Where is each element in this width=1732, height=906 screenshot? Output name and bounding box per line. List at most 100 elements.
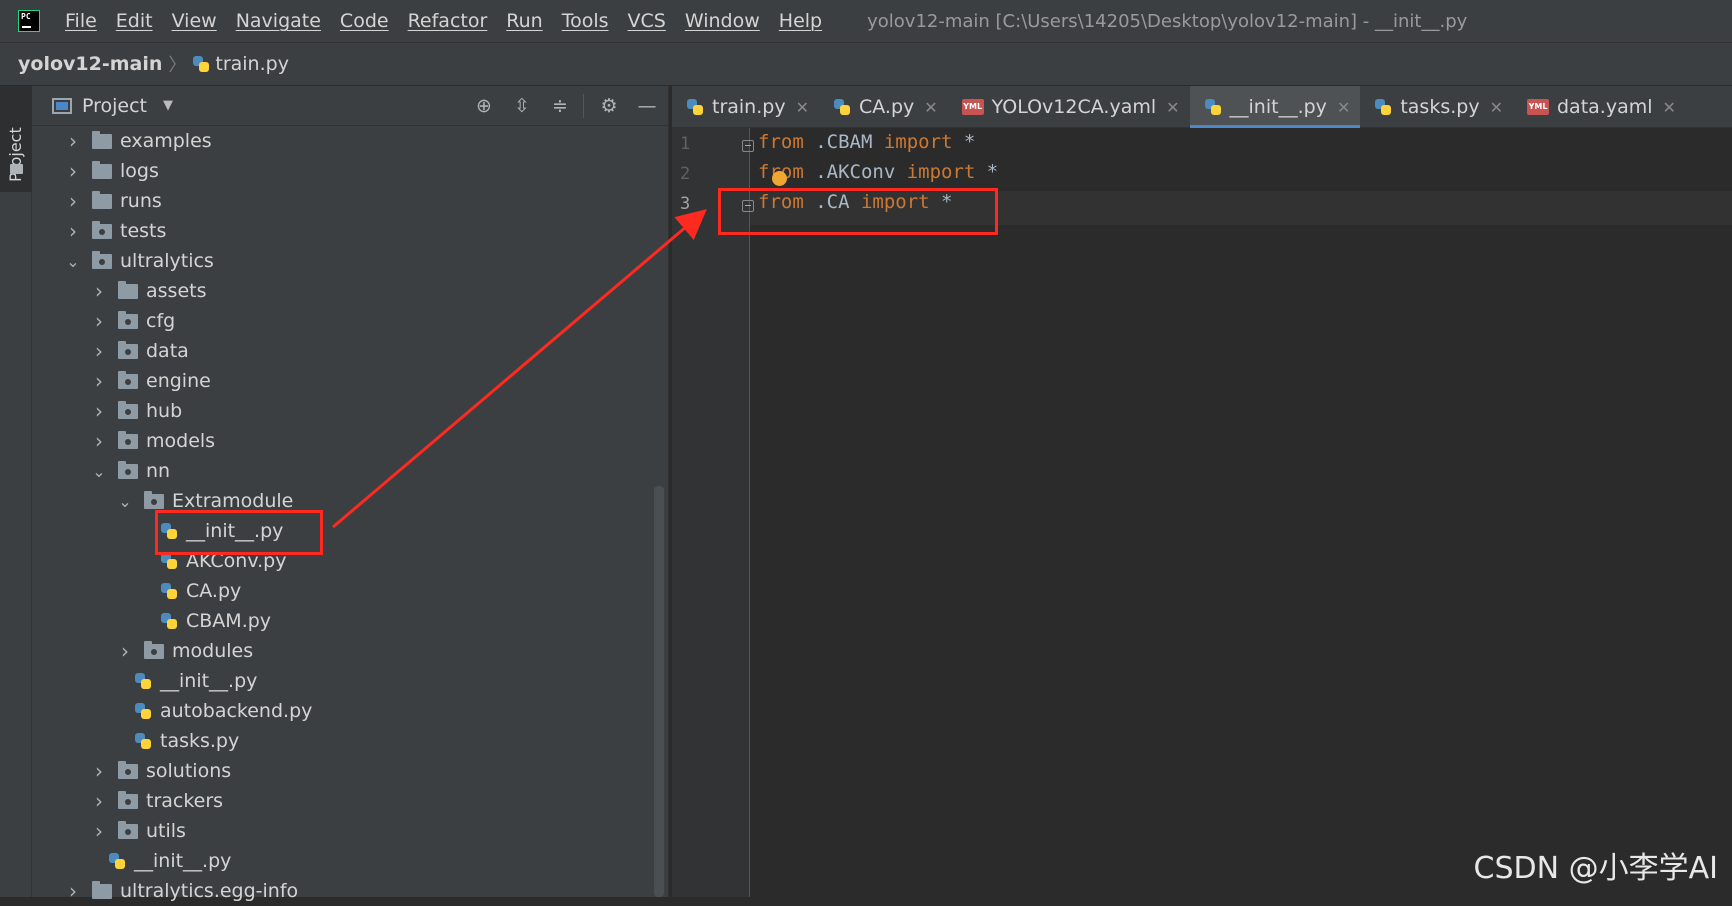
- highlight-box-init-file: [155, 510, 323, 555]
- chevron-right-icon[interactable]: ›: [92, 789, 106, 813]
- tree-item[interactable]: autobackend.py: [134, 696, 312, 726]
- menu-help[interactable]: Help: [779, 10, 822, 32]
- tree-item[interactable]: › examples: [66, 126, 212, 156]
- chevron-right-icon[interactable]: ›: [92, 339, 106, 363]
- tree-item[interactable]: __init__.py: [134, 666, 257, 696]
- menu-vcs[interactable]: VCS: [628, 10, 666, 32]
- tree-item[interactable]: ⌄ ultralytics: [66, 246, 214, 276]
- tree-item[interactable]: CA.py: [160, 576, 241, 606]
- tree-item[interactable]: CBAM.py: [160, 606, 271, 636]
- tree-item[interactable]: › solutions: [92, 756, 231, 786]
- chevron-right-icon[interactable]: ›: [118, 639, 132, 663]
- menu-code[interactable]: Code: [340, 10, 389, 32]
- chevron-right-icon[interactable]: ›: [92, 369, 106, 393]
- chevron-right-icon[interactable]: ›: [66, 159, 80, 183]
- chevron-down-icon[interactable]: ⌄: [92, 462, 106, 481]
- menu-window[interactable]: Window: [685, 10, 760, 32]
- folder-icon: [92, 190, 112, 209]
- package-folder-icon: [118, 820, 138, 839]
- scrollbar[interactable]: [654, 486, 664, 897]
- toolbar-divider: [583, 94, 584, 118]
- chevron-right-icon[interactable]: ›: [92, 399, 106, 423]
- menu-view[interactable]: View: [172, 10, 217, 32]
- editor-tab[interactable]: YML data.yaml ✕: [1513, 86, 1686, 128]
- tree-item[interactable]: › models: [92, 426, 215, 456]
- tree-item[interactable]: › cfg: [92, 306, 175, 336]
- chevron-right-icon[interactable]: ›: [92, 759, 106, 783]
- tree-item[interactable]: tasks.py: [134, 726, 239, 756]
- chevron-right-icon[interactable]: ›: [92, 279, 106, 303]
- tree-item[interactable]: › runs: [66, 186, 162, 216]
- editor-tab-label: data.yaml: [1557, 96, 1653, 118]
- collapse-all-icon[interactable]: ≑: [547, 95, 573, 117]
- menu-navigate[interactable]: Navigate: [236, 10, 321, 32]
- minimize-icon[interactable]: —: [634, 95, 660, 117]
- gear-icon[interactable]: ⚙: [596, 95, 622, 117]
- keyword-token: import: [883, 131, 953, 153]
- intention-bulb-icon[interactable]: [772, 171, 787, 186]
- chevron-right-icon[interactable]: ›: [92, 819, 106, 843]
- tree-item[interactable]: › logs: [66, 156, 159, 186]
- breadcrumb-project[interactable]: yolov12-main: [18, 53, 162, 75]
- tree-item[interactable]: › modules: [118, 636, 253, 666]
- menu-refactor[interactable]: Refactor: [408, 10, 488, 32]
- wildcard-token: *: [952, 131, 976, 153]
- module-token: .AKConv: [803, 161, 907, 183]
- folder-icon: [118, 280, 138, 299]
- code-editor[interactable]: 123 from .CBAM import *from .AKConv impo…: [672, 128, 1732, 897]
- menu-edit[interactable]: Edit: [116, 10, 153, 32]
- chevron-right-icon[interactable]: ›: [66, 189, 80, 213]
- python-file-icon: [1204, 98, 1222, 116]
- chevron-right-icon[interactable]: ›: [92, 429, 106, 453]
- chevron-right-icon[interactable]: ›: [66, 879, 80, 903]
- tree-item[interactable]: › tests: [66, 216, 166, 246]
- tree-item-label: engine: [146, 370, 211, 392]
- tree-item[interactable]: › trackers: [92, 786, 223, 816]
- chevron-down-icon[interactable]: ⌄: [118, 492, 132, 511]
- fold-marker-icon[interactable]: [742, 140, 754, 152]
- tree-item[interactable]: __init__.py: [108, 846, 231, 876]
- tree-item[interactable]: › ultralytics.egg-info: [66, 876, 298, 906]
- chevron-right-icon[interactable]: ›: [66, 219, 80, 243]
- chevron-down-icon[interactable]: ⌄: [66, 252, 80, 271]
- editor-tab[interactable]: tasks.py ✕: [1360, 86, 1513, 128]
- chevron-right-icon[interactable]: ›: [66, 129, 80, 153]
- breadcrumb-file[interactable]: train.py: [192, 53, 289, 75]
- tree-item[interactable]: ⌄ nn: [92, 456, 170, 486]
- editor-tab[interactable]: YML YOLOv12CA.yaml ✕: [948, 86, 1190, 128]
- close-icon[interactable]: ✕: [924, 98, 937, 117]
- tree-item[interactable]: › data: [92, 336, 189, 366]
- tree-item[interactable]: › hub: [92, 396, 182, 426]
- project-tool-tab[interactable]: Project: [0, 86, 32, 192]
- wildcard-token: *: [975, 161, 999, 183]
- python-file-icon: [134, 732, 152, 750]
- editor-tab[interactable]: CA.py ✕: [819, 86, 948, 128]
- editor-tab[interactable]: train.py ✕: [672, 86, 819, 128]
- python-file-icon: [160, 582, 178, 600]
- locate-file-icon[interactable]: ⊕: [471, 95, 497, 117]
- project-panel-title[interactable]: Project: [82, 95, 147, 117]
- tree-item[interactable]: › engine: [92, 366, 211, 396]
- tree-item[interactable]: › utils: [92, 816, 186, 846]
- close-icon[interactable]: ✕: [796, 98, 809, 117]
- package-folder-icon: [118, 400, 138, 419]
- menu-file[interactable]: File: [65, 10, 97, 32]
- close-icon[interactable]: ✕: [1166, 98, 1179, 117]
- line-number: 2: [680, 164, 691, 184]
- pycharm-logo-icon[interactable]: PC: [18, 10, 40, 32]
- close-icon[interactable]: ✕: [1490, 98, 1503, 117]
- package-folder-icon: [118, 760, 138, 779]
- close-icon[interactable]: ✕: [1337, 98, 1350, 117]
- menu-tools[interactable]: Tools: [562, 10, 609, 32]
- expand-all-icon[interactable]: ⇳: [509, 95, 535, 117]
- tree-item[interactable]: › assets: [92, 276, 206, 306]
- editor-tab[interactable]: __init__.py ✕: [1189, 86, 1361, 128]
- chevron-right-icon[interactable]: ›: [92, 309, 106, 333]
- code-line[interactable]: from .CBAM import *: [758, 131, 975, 153]
- editor-tab-label: YOLOv12CA.yaml: [991, 96, 1157, 118]
- menu-run[interactable]: Run: [506, 10, 542, 32]
- chevron-down-icon[interactable]: ▼: [163, 98, 173, 113]
- close-icon[interactable]: ✕: [1663, 98, 1676, 117]
- tree-item-label: utils: [146, 820, 186, 842]
- code-line[interactable]: from .AKConv import *: [758, 161, 998, 183]
